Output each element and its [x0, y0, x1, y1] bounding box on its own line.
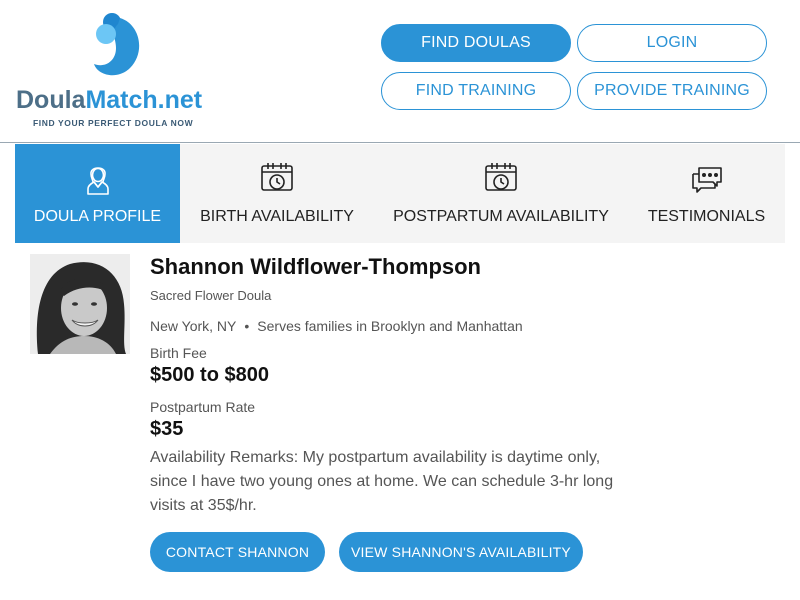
- birth-fee-value: $500 to $800: [150, 364, 269, 386]
- tab-doula-profile[interactable]: DOULA PROFILE: [15, 144, 180, 243]
- postpartum-rate-value: $35: [150, 418, 184, 440]
- contact-doula-button[interactable]: CONTACT SHANNON: [150, 532, 325, 572]
- profile-tabs: DOULA PROFILE BIRTH AVAILABILITY POSTPAR…: [15, 144, 785, 243]
- tab-postpartum-availability[interactable]: POSTPARTUM AVAILABILITY: [374, 144, 628, 243]
- availability-remarks: Availability Remarks: My postpartum avai…: [150, 449, 614, 514]
- calendar-clock-icon: [485, 163, 517, 191]
- chat-bubbles-icon: [691, 167, 722, 193]
- find-doulas-button[interactable]: FIND DOULAS: [381, 24, 571, 62]
- tab-label: DOULA PROFILE: [33, 208, 162, 225]
- site-header: DoulaMatch.net FIND YOUR PERFECT DOULA N…: [0, 0, 800, 143]
- doula-person-icon: [86, 167, 109, 195]
- tab-label: TESTIMONIALS: [647, 208, 766, 225]
- doula-name: Shannon Wildflower-Thompson: [150, 254, 481, 279]
- logo-wordmark: DoulaMatch.net: [16, 86, 202, 115]
- tab-label: POSTPARTUM AVAILABILITY: [393, 208, 609, 225]
- doula-portrait-image: [30, 254, 130, 354]
- tab-testimonials[interactable]: TESTIMONIALS: [628, 144, 785, 243]
- calendar-clock-icon: [261, 163, 293, 191]
- provide-training-button[interactable]: PROVIDE TRAINING: [577, 72, 767, 110]
- view-availability-button[interactable]: VIEW SHANNON'S AVAILABILITY: [339, 532, 583, 572]
- business-name: Sacred Flower Doula: [150, 288, 272, 303]
- logo-word-match: Match.net: [85, 86, 203, 114]
- login-button[interactable]: LOGIN: [577, 24, 767, 62]
- tab-birth-availability[interactable]: BIRTH AVAILABILITY: [180, 144, 374, 243]
- city: New York, NY: [150, 318, 237, 334]
- doula-photo: [30, 254, 130, 354]
- bullet-separator: •: [244, 318, 250, 334]
- logo-tagline: FIND YOUR PERFECT DOULA NOW: [33, 118, 194, 128]
- logo-word-doula: Doula: [16, 86, 86, 114]
- postpartum-rate-label: Postpartum Rate: [150, 399, 256, 415]
- site-logo[interactable]: DoulaMatch.net FIND YOUR PERFECT DOULA N…: [14, 10, 224, 135]
- tab-label: BIRTH AVAILABILITY: [200, 208, 354, 225]
- service-area: Serves families in Brooklyn and Manhatta…: [257, 318, 523, 334]
- find-training-button[interactable]: FIND TRAINING: [381, 72, 571, 110]
- birth-fee-label: Birth Fee: [150, 345, 207, 361]
- drop-circle-logo-icon: [94, 13, 140, 76]
- location-line: New York, NY • Serves families in Brooklyn…: [150, 318, 523, 334]
